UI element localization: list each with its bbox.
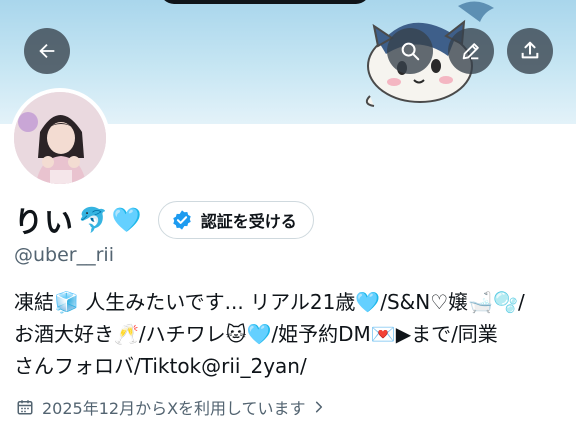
search-button[interactable] (387, 28, 433, 74)
share-button[interactable] (507, 28, 553, 74)
avatar-photo (14, 92, 106, 184)
edit-button[interactable] (448, 28, 494, 74)
bio-line: お酒大好き🥂/ハチワレ🐱🩵/姫予約DM💌▶まで/同業 (14, 322, 498, 346)
name-row: りい 🐬 🩵 認証を受ける (14, 200, 314, 240)
verified-badge-icon (173, 210, 191, 230)
device-notch (160, 0, 370, 4)
get-verified-label: 認証を受ける (200, 212, 297, 231)
arrow-left-icon (39, 43, 55, 59)
search-icon (401, 42, 420, 61)
light-blue-heart-emoji: 🩵 (111, 206, 142, 234)
bio-line: 凍結🧊 人生みたいです... リアル21歳🩵/S&N♡嬢🛁🫧/ (14, 290, 525, 314)
joined-date-link[interactable]: 2025年12月からXを利用しています (16, 396, 326, 418)
profile-bio: 凍結🧊 人生みたいです... リアル21歳🩵/S&N♡嬢🛁🫧/ お酒大好き🥂/ハ… (14, 286, 562, 382)
dolphin-emoji: 🐬 (78, 206, 108, 234)
user-handle: @uber__rii (14, 244, 114, 266)
back-button[interactable] (24, 28, 70, 74)
avatar[interactable] (10, 88, 110, 188)
share-icon (521, 41, 539, 59)
chevron-right-icon (315, 401, 322, 413)
joined-date-text: 2025年12月からXを利用しています (42, 399, 306, 418)
get-verified-button[interactable]: 認証を受ける (157, 201, 314, 239)
bio-line: さんフォロバ/Tiktok@rii_2yan/ (14, 354, 307, 378)
calendar-icon (17, 400, 33, 415)
pencil-icon (462, 43, 479, 60)
display-name: りい (14, 205, 75, 239)
